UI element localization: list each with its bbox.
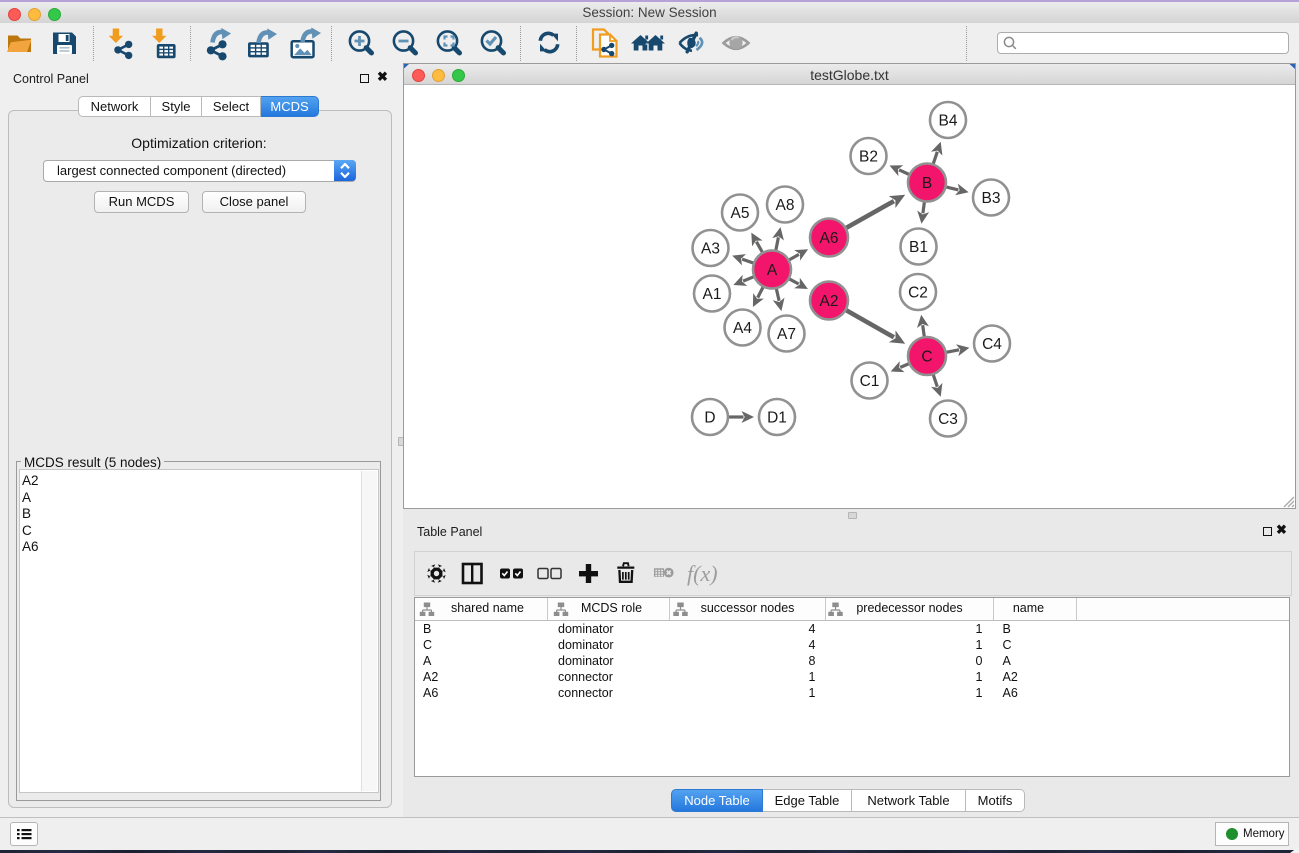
svg-text:B: B bbox=[922, 175, 932, 192]
svg-text:A: A bbox=[767, 262, 778, 279]
svg-text:A8: A8 bbox=[776, 197, 795, 214]
svg-text:C4: C4 bbox=[982, 336, 1002, 353]
svg-text:D: D bbox=[704, 410, 715, 427]
svg-text:C1: C1 bbox=[860, 373, 880, 390]
svg-text:B3: B3 bbox=[982, 190, 1001, 207]
svg-text:C2: C2 bbox=[908, 285, 928, 302]
svg-text:A5: A5 bbox=[731, 205, 750, 222]
svg-text:A1: A1 bbox=[703, 286, 722, 303]
svg-text:B4: B4 bbox=[939, 113, 958, 130]
svg-text:B2: B2 bbox=[859, 149, 878, 166]
svg-text:f(x): f(x) bbox=[687, 561, 718, 586]
svg-text:B1: B1 bbox=[909, 239, 928, 256]
svg-text:A7: A7 bbox=[777, 326, 796, 343]
svg-text:A6: A6 bbox=[820, 230, 839, 247]
svg-text:A4: A4 bbox=[733, 320, 752, 337]
svg-text:A3: A3 bbox=[701, 241, 720, 258]
svg-text:D1: D1 bbox=[767, 410, 787, 427]
svg-text:C3: C3 bbox=[938, 411, 958, 428]
svg-text:C: C bbox=[921, 349, 932, 366]
svg-text:A2: A2 bbox=[820, 293, 839, 310]
